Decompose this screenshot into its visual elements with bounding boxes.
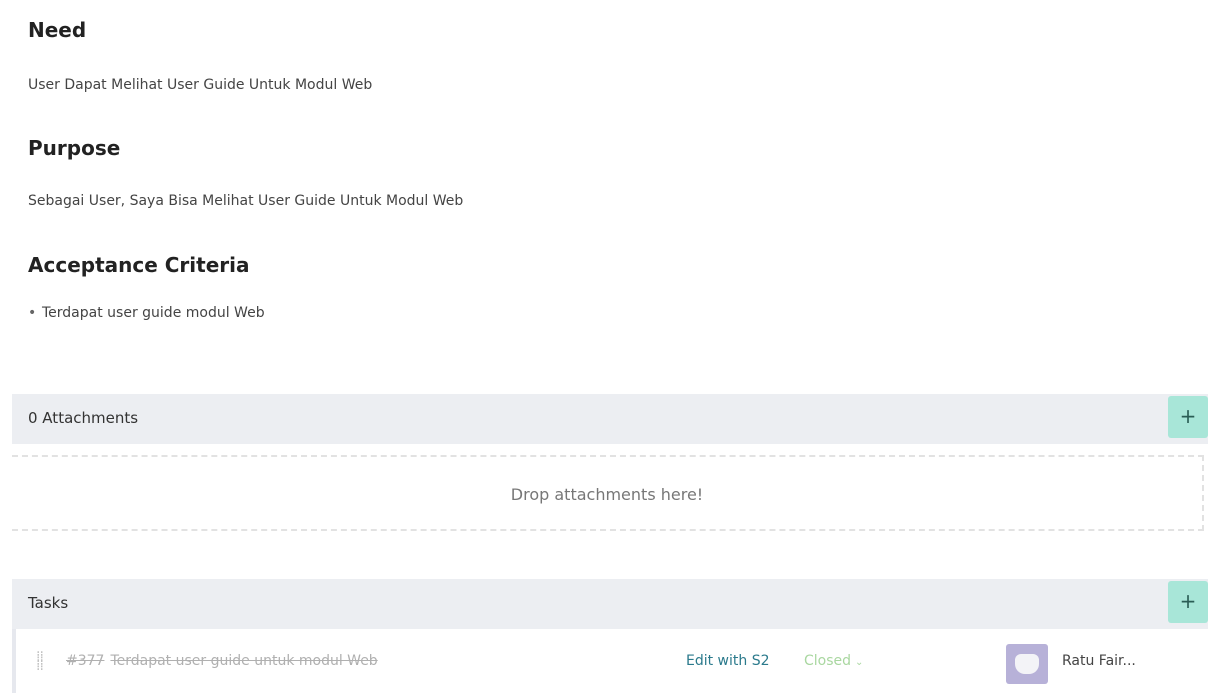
plus-icon: + (1179, 404, 1197, 428)
attachments-dropzone[interactable]: Drop attachments here! (12, 455, 1204, 531)
tasks-title: Tasks (28, 594, 69, 612)
attachments-title: 0 Attachments (28, 409, 139, 427)
task-row: ⁞⁞ ⁞⁞ #377 Terdapat user guide untuk modul… (12, 629, 1208, 693)
need-heading: Need (28, 18, 87, 42)
assignee-avatar[interactable] (1006, 644, 1048, 684)
user-avatar-icon (1015, 654, 1039, 674)
purpose-heading: Purpose (28, 136, 121, 160)
acceptance-item-text: Terdapat user guide modul Web (42, 305, 265, 321)
purpose-text: Sebagai User, Saya Bisa Melihat User Gui… (28, 193, 464, 209)
acceptance-list: • Terdapat user guide modul Web (28, 305, 265, 321)
acceptance-item: • Terdapat user guide modul Web (28, 305, 265, 321)
bullet-icon: • (28, 305, 37, 321)
task-status-dropdown[interactable]: Closed ⌄ (804, 653, 863, 669)
drag-handle-icon[interactable]: ⁞⁞ ⁞⁞ (36, 650, 46, 673)
tasks-header: Tasks + (12, 579, 1208, 629)
task-link[interactable]: #377 Terdapat user guide untuk modul Web (66, 653, 378, 669)
attachments-header: 0 Attachments + (12, 394, 1208, 444)
assignee-name[interactable]: Ratu Fair... (1062, 653, 1136, 669)
plus-icon: + (1179, 589, 1197, 613)
dropzone-label: Drop attachments here! (510, 485, 704, 504)
edit-with-s2-link[interactable]: Edit with S2 (686, 653, 770, 669)
task-number: #377 (66, 653, 105, 669)
acceptance-heading: Acceptance Criteria (28, 253, 250, 277)
add-task-button[interactable]: + (1168, 581, 1208, 623)
need-text: User Dapat Melihat User Guide Untuk Modu… (28, 77, 373, 93)
add-attachment-button[interactable]: + (1168, 396, 1208, 438)
chevron-down-icon: ⌄ (855, 657, 864, 668)
task-status-label: Closed (804, 653, 852, 669)
task-title: Terdapat user guide untuk modul Web (110, 653, 378, 669)
